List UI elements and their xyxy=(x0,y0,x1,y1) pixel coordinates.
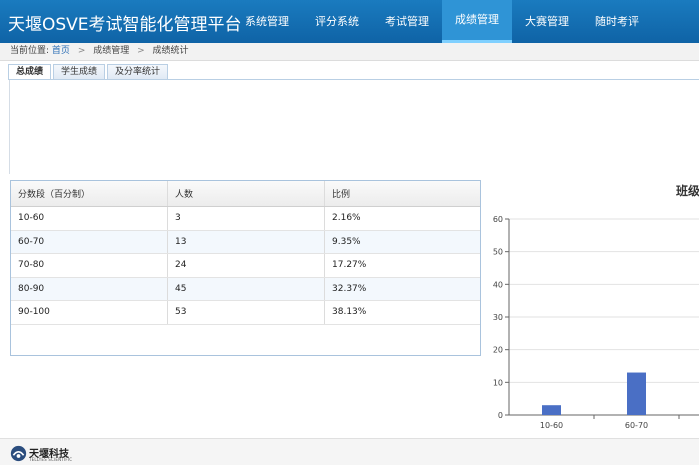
bar-60-70 xyxy=(627,372,646,415)
nav-item-grades[interactable]: 成绩管理 xyxy=(442,0,512,43)
y-tick-label: 20 xyxy=(493,346,503,355)
column-header-ratio[interactable]: 比例 xyxy=(325,181,480,206)
breadcrumb-item-grades: 成绩管理 xyxy=(93,46,130,56)
tab-student-score[interactable]: 学生成绩 xyxy=(53,64,106,80)
table-row[interactable]: 80-90 45 32.37% xyxy=(11,277,480,301)
breadcrumb-home-link[interactable]: 首页 xyxy=(52,46,70,56)
cell-range: 10-60 xyxy=(11,207,168,230)
chart-canvas: 班级 0 10 20 30 40 50 60 10-60 60-70 xyxy=(493,183,699,430)
table-row[interactable]: 60-70 13 9.35% xyxy=(11,230,480,254)
cell-ratio: 32.37% xyxy=(332,283,367,294)
cell-count: 3 xyxy=(168,207,325,230)
footer: 天堰科技 TELLYES SCIENTIFIC xyxy=(0,438,699,465)
nav-item-contest[interactable]: 大赛管理 xyxy=(512,0,582,43)
column-header-count[interactable]: 人数 xyxy=(168,181,325,206)
y-tick-label: 40 xyxy=(493,280,503,289)
cell-count: 45 xyxy=(168,277,325,300)
table-row[interactable]: 90-100 53 38.13% xyxy=(11,301,480,325)
table-row[interactable]: 70-80 24 17.27% xyxy=(11,254,480,278)
tab-total-score[interactable]: 总成绩 xyxy=(8,64,52,80)
app-title: 天堰OSVE考试智能化管理平台 xyxy=(8,15,242,35)
table-header: 分数段（百分制） 人数 比例 xyxy=(11,181,480,207)
chevron-right-icon: > xyxy=(137,46,145,56)
cell-range: 60-70 xyxy=(11,230,168,253)
cell-range: 80-90 xyxy=(11,277,168,300)
cell-range: 90-100 xyxy=(11,301,168,324)
y-tick-label: 30 xyxy=(493,313,503,322)
table-row[interactable]: 10-60 3 2.16% xyxy=(11,207,480,231)
main-nav: 系统管理 评分系统 考试管理 成绩管理 大赛管理 随时考评 xyxy=(232,0,652,43)
y-tick-label: 10 xyxy=(493,378,503,387)
tab-pass-rate[interactable]: 及分率统计 xyxy=(107,64,169,80)
content-panel xyxy=(9,80,699,174)
cell-count: 24 xyxy=(168,254,325,277)
chart-title: 班级 xyxy=(676,183,699,198)
column-header-range[interactable]: 分数段（百分制） xyxy=(11,181,168,206)
y-tick-label: 60 xyxy=(493,215,503,224)
cell-count: 53 xyxy=(168,301,325,324)
y-tick-label: 0 xyxy=(498,411,503,420)
cell-ratio: 38.13% xyxy=(332,307,367,318)
cell-count: 13 xyxy=(168,230,325,253)
x-tick-label: 60-70 xyxy=(625,421,648,430)
chevron-right-icon: > xyxy=(77,46,86,56)
tab-bar: 总成绩 学生成绩 及分率统计 xyxy=(8,64,169,80)
cell-ratio: 17.27% xyxy=(332,260,367,271)
nav-item-scoring[interactable]: 评分系统 xyxy=(302,0,372,43)
breadcrumb-prefix: 当前位置: xyxy=(10,46,50,56)
company-logo-icon xyxy=(10,445,27,462)
score-distribution-chart: 班级 0 10 20 30 40 50 60 10-60 60-70 xyxy=(484,178,699,438)
score-table: 分数段（百分制） 人数 比例 10-60 3 2.16% 60-70 13 9.… xyxy=(10,180,481,356)
breadcrumb-item-stats: 成绩统计 xyxy=(152,46,189,56)
nav-item-anytime-eval[interactable]: 随时考评 xyxy=(582,0,652,43)
bar-10-60 xyxy=(542,405,561,415)
cell-range: 70-80 xyxy=(11,254,168,277)
company-name-en: TELLYES SCIENTIFIC xyxy=(29,457,73,462)
top-header: 天堰OSVE考试智能化管理平台 系统管理 评分系统 考试管理 成绩管理 大赛管理… xyxy=(0,0,699,43)
nav-item-exam[interactable]: 考试管理 xyxy=(372,0,442,43)
y-tick-label: 50 xyxy=(493,248,503,257)
x-tick-label: 10-60 xyxy=(540,421,563,430)
cell-ratio: 2.16% xyxy=(332,213,361,224)
nav-item-system[interactable]: 系统管理 xyxy=(232,0,302,43)
breadcrumb: 当前位置: 首页 > 成绩管理 > 成绩统计 xyxy=(0,43,699,61)
cell-ratio: 9.35% xyxy=(332,236,361,247)
